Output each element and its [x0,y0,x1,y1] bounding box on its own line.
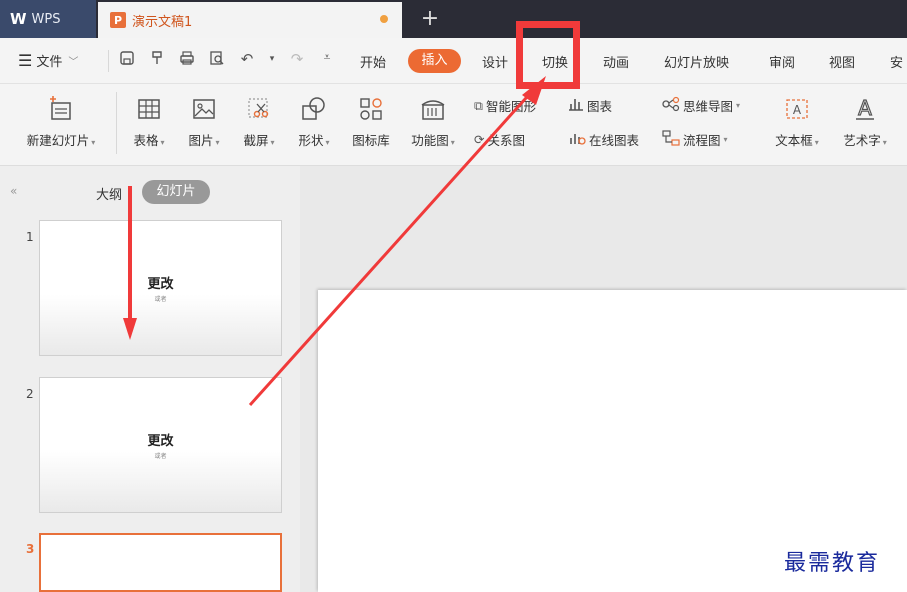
online-chart-button[interactable]: 在线图表 [568,130,639,149]
tab-home[interactable]: 开始 [360,52,386,71]
slide-panel: « 大纲 幻灯片 1 更改 或者 2 更改 或者 3 [0,166,300,592]
word-art-button[interactable]: A 艺术字 ▾ [836,92,894,149]
word-art-icon: A [836,92,894,126]
document-tab[interactable]: P 演示文稿1 [98,2,402,38]
slide-number: 1 [26,230,34,244]
divider [116,92,117,154]
print-icon[interactable] [178,50,196,70]
text-box-icon: A [768,92,826,126]
bar-chart-icon [568,96,584,115]
tab-animation[interactable]: 动画 [603,52,629,71]
divider [108,50,109,72]
slide-thumbnail[interactable]: 更改 或者 [39,220,282,356]
presentation-icon: P [110,12,126,28]
print-preview-icon[interactable] [208,50,226,70]
text-box-label: 文本框 [775,133,813,148]
new-slide-button[interactable]: 新建幻灯片 ▾ [16,92,106,149]
icon-library-label: 图标库 [352,133,390,148]
wps-logo-icon: W [10,10,27,28]
tab-slideshow[interactable]: 幻灯片放映 [664,52,729,71]
function-chart-label: 功能图 [411,133,449,148]
relation-chart-button[interactable]: ⟳ 关系图 [474,130,525,149]
function-chart-icon [404,92,462,126]
smart-shape-icon: ⧉ [474,97,483,113]
highlight-box [516,21,580,89]
icon-library-button[interactable]: 图标库 [346,92,396,149]
new-slide-icon [16,92,106,126]
slide-thumbnail-subtitle: 或者 [154,296,167,303]
tab-outline[interactable]: 大纲 [96,184,122,203]
menu-bar: ☰ 文件 ﹀ ↶ ▾ ↷ ⩡ 开始 插入 设计 切换 动画 幻灯片放映 审阅 视… [0,38,907,84]
relation-chart-icon: ⟳ [474,132,485,147]
shape-icon [291,92,337,126]
tab-security[interactable]: 安 [890,52,903,71]
flow-chart-button[interactable]: 流程图 ▾ [662,130,728,149]
redo-icon[interactable]: ↷ [288,50,306,70]
scissors-icon [236,92,282,126]
quick-access-toolbar: ↶ ▾ ↷ ⩡ [118,50,336,70]
screenshot-button[interactable]: 截屏 ▾ [236,92,282,149]
tab-review[interactable]: 审阅 [769,52,795,71]
hamburger-icon: ☰ [18,51,33,70]
collapse-panel-icon[interactable]: « [10,184,17,198]
format-painter-icon[interactable] [148,50,166,70]
slide-number: 3 [26,542,35,556]
relation-chart-label: 关系图 [487,133,525,148]
online-chart-label: 在线图表 [589,133,640,148]
shape-button[interactable]: 形状 ▾ [291,92,337,149]
screenshot-label: 截屏 [243,133,269,148]
function-chart-button[interactable]: 功能图 ▾ [404,92,462,149]
flow-chart-label: 流程图 [683,133,721,148]
smart-shape-label: 智能图形 [485,99,536,114]
icon-library-icon [346,92,396,126]
slide-thumbnail-title: 更改 [147,434,174,449]
flow-chart-icon [662,130,680,149]
picture-button[interactable]: 图片 ▾ [181,92,227,149]
new-tab-button[interactable]: + [418,4,442,34]
word-art-label: 艺术字 [843,133,881,148]
shape-label: 形状 [298,133,324,148]
wps-app-name: WPS [31,11,61,27]
tab-insert[interactable]: 插入 [408,49,461,73]
undo-icon[interactable]: ↶ [238,50,256,70]
mind-map-label: 思维导图 [683,99,734,114]
title-bar: W WPS P 演示文稿1 + [0,0,907,38]
mind-map-button[interactable]: 思维导图 ▾ [662,96,740,115]
smart-shape-button[interactable]: ⧉ 智能图形 [474,96,536,115]
document-tab-label: 演示文稿1 [132,14,193,30]
save-icon[interactable] [118,50,136,70]
chart-button[interactable]: 图表 [568,96,612,115]
slide-thumbnail[interactable]: 更改 或者 [39,377,282,513]
ribbon-toolbar: 新建幻灯片 ▾ 表格 ▾ 图片 ▾ 截屏 ▾ 形状 ▾ 图标库 功能图 ▾ ⧉ … [0,84,907,166]
tab-slides[interactable]: 幻灯片 [142,180,210,204]
file-menu-label: 文件 [36,55,63,70]
slide-thumbnail-subtitle: 或者 [154,453,167,460]
chevron-down-icon[interactable]: ▾ [268,50,276,70]
slide-number: 2 [26,387,34,401]
mind-map-icon [662,96,680,115]
table-icon [126,92,172,126]
wps-home-tab[interactable]: W WPS [0,0,96,38]
table-button[interactable]: 表格 ▾ [126,92,172,149]
online-chart-icon [568,130,586,149]
slide-thumbnail-selected[interactable] [39,533,282,592]
chevron-down-icon: ﹀ [68,57,79,68]
picture-label: 图片 [188,133,214,148]
text-box-button[interactable]: A 文本框 ▾ [768,92,826,149]
table-label: 表格 [133,133,159,148]
svg-text:A: A [858,96,872,120]
new-slide-label: 新建幻灯片 [26,133,90,148]
chart-label: 图表 [587,99,613,114]
unsaved-dot-icon [380,15,388,23]
tab-view[interactable]: 视图 [829,52,855,71]
slide-thumbnail-title: 更改 [147,277,174,292]
tab-design[interactable]: 设计 [482,52,508,71]
watermark: 最需教育 [784,551,881,576]
svg-text:A: A [793,103,802,117]
file-menu-button[interactable]: ☰ 文件 ﹀ [18,51,78,70]
picture-icon [181,92,227,126]
customize-toolbar-icon[interactable]: ⩡ [318,50,336,70]
